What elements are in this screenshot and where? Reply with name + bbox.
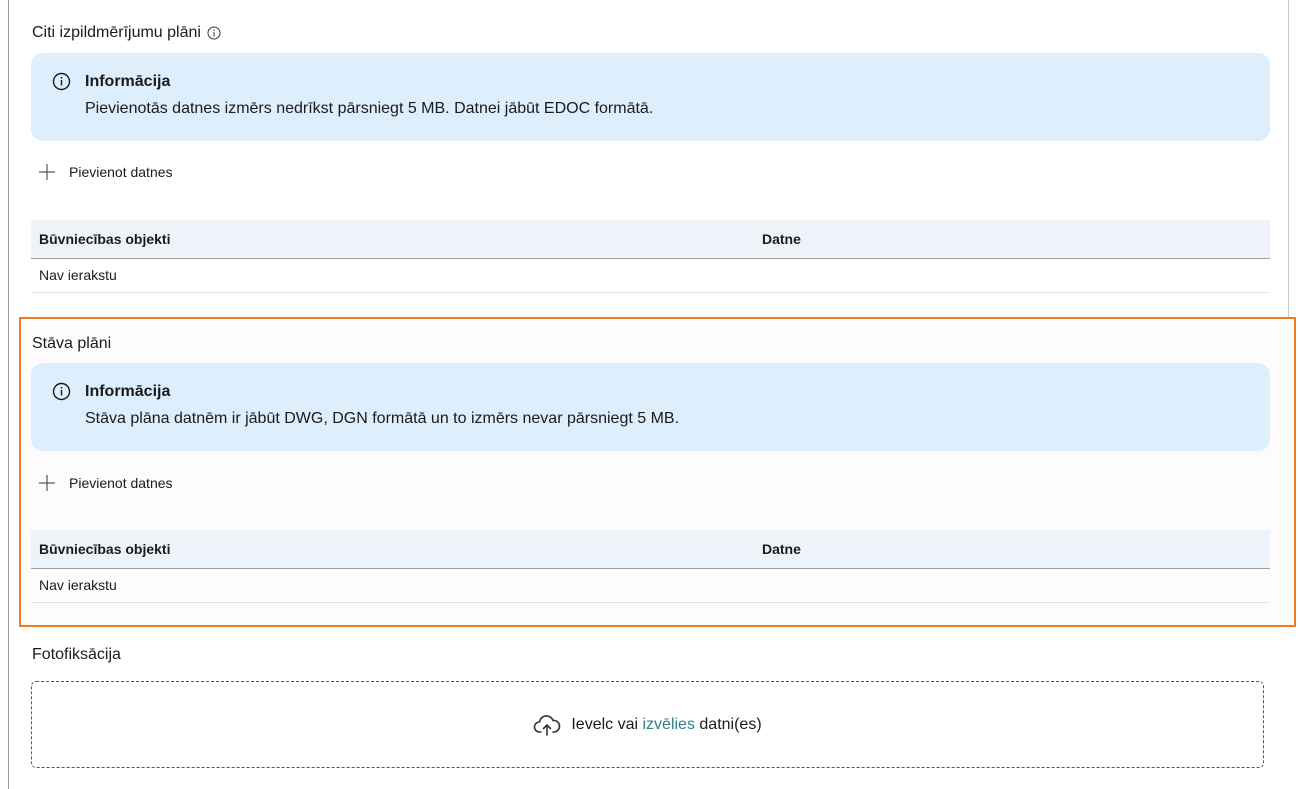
section-title-stava-plani: Stāva plāni (32, 335, 111, 353)
dropzone-prefix: Ievelc vai (571, 715, 643, 733)
section-title-text: Fotofiksācija (32, 646, 121, 663)
dropzone-text: Ievelc vai izvēlies datni(es) (571, 716, 761, 734)
info-box-text: Pievienotās datnes izmērs nedrīkst pārsn… (85, 100, 654, 117)
frame-border-right (1288, 0, 1289, 318)
empty-message: Nav ierakstu (39, 577, 117, 593)
section-title-fotofiksacija: Fotofiksācija (32, 646, 121, 664)
info-circle-icon[interactable] (207, 26, 221, 40)
info-box-title: Informācija (85, 383, 171, 400)
table-row-empty: Nav ierakstu (31, 569, 1270, 603)
add-files-label: Pievienot datnes (69, 475, 173, 491)
info-box-dwg: Informācija Stāva plāna datnēm ir jābūt … (31, 363, 1270, 451)
section-title-citi-plani: Citi izpildmērījumu plāni (32, 24, 221, 42)
add-files-button[interactable]: Pievienot datnes (37, 473, 173, 493)
add-files-button[interactable]: Pievienot datnes (37, 162, 173, 182)
column-header-file[interactable]: Datne (762, 231, 801, 247)
info-box-title: Informācija (85, 73, 171, 90)
file-dropzone[interactable]: Ievelc vai izvēlies datni(es) (31, 681, 1264, 768)
info-box-edoc: Informācija Pievienotās datnes izmērs ne… (31, 53, 1270, 141)
column-header-file[interactable]: Datne (762, 541, 801, 557)
section-title-text: Stāva plāni (32, 335, 112, 352)
frame-border-left (8, 0, 9, 789)
cloud-upload-icon (534, 714, 561, 736)
section-title-text: Citi izpildmērījumu plāni (32, 24, 201, 41)
info-circle-icon (52, 72, 71, 91)
column-header-objects[interactable]: Būvniecības objekti (39, 231, 170, 247)
plus-icon (39, 164, 55, 180)
files-table: Būvniecības objekti Datne Nav ierakstu (31, 220, 1270, 293)
table-header: Būvniecības objekti Datne (31, 220, 1270, 259)
table-header: Būvniecības objekti Datne (31, 530, 1270, 569)
add-files-label: Pievienot datnes (69, 164, 173, 180)
empty-message: Nav ierakstu (39, 267, 117, 283)
info-circle-icon (52, 382, 71, 401)
files-table: Būvniecības objekti Datne Nav ierakstu (31, 530, 1270, 603)
info-box-text: Stāva plāna datnēm ir jābūt DWG, DGN for… (85, 410, 680, 427)
dropzone-suffix: datni(es) (694, 715, 762, 733)
choose-files-link[interactable]: izvēlies (642, 716, 694, 733)
plus-icon (39, 475, 55, 491)
column-header-objects[interactable]: Būvniecības objekti (39, 541, 170, 557)
table-row-empty: Nav ierakstu (31, 259, 1270, 293)
